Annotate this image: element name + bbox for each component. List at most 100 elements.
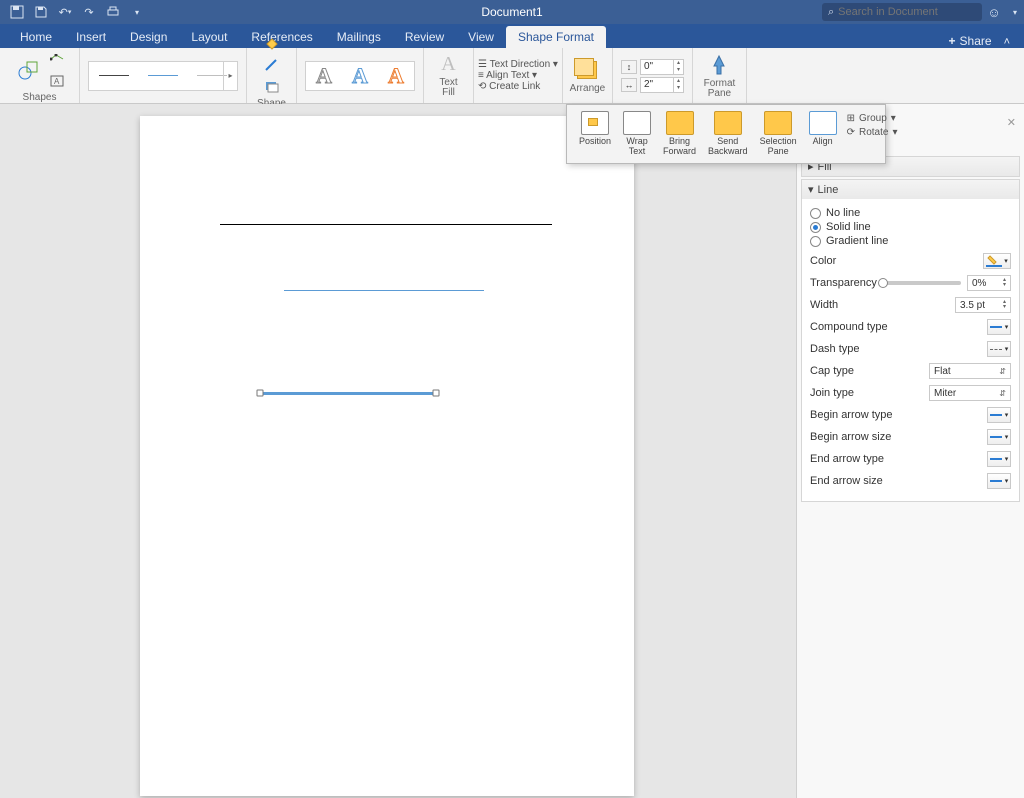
- share-button[interactable]: + Share: [949, 34, 998, 48]
- svg-text:A: A: [54, 77, 60, 86]
- feedback-dropdown-icon[interactable]: ▾: [1006, 8, 1024, 17]
- save-icon[interactable]: [32, 4, 50, 20]
- line-width-label: Width: [810, 299, 838, 311]
- shape-styles-gallery[interactable]: ▸: [88, 61, 238, 91]
- tab-home[interactable]: Home: [8, 26, 64, 48]
- end-arrow-type-label: End arrow type: [810, 453, 884, 465]
- text-direction-button[interactable]: ☰ Text Direction ▾: [478, 59, 558, 70]
- gradient-line-radio[interactable]: Gradient line: [810, 235, 1011, 247]
- join-type-select[interactable]: Miter⇵: [929, 385, 1011, 401]
- end-arrow-size-label: End arrow size: [810, 475, 883, 487]
- text-fill-icon[interactable]: A: [441, 53, 455, 76]
- cap-type-select[interactable]: Flat⇵: [929, 363, 1011, 379]
- arrange-button[interactable]: [574, 58, 600, 82]
- undo-icon[interactable]: ↶ ▾: [56, 4, 74, 20]
- color-label: Color: [810, 255, 836, 267]
- arrange-label: Arrange: [570, 84, 606, 94]
- transparency-input[interactable]: 0%▴▾: [967, 275, 1011, 291]
- line-section-header[interactable]: ▾Line: [802, 180, 1019, 199]
- shape-effects-button[interactable]: [262, 77, 282, 97]
- chevron-down-icon: ▾: [808, 183, 814, 196]
- height-input[interactable]: 0"▴▾: [640, 59, 684, 75]
- line-shape-2[interactable]: [284, 290, 484, 291]
- document-canvas[interactable]: [0, 104, 796, 798]
- solid-line-radio[interactable]: Solid line: [810, 221, 1011, 233]
- format-pane-label: Format Pane: [704, 79, 736, 99]
- wrap-text-button[interactable]: Wrap Text: [617, 111, 657, 157]
- compound-label: Compound type: [810, 321, 888, 333]
- tab-view[interactable]: View: [456, 26, 506, 48]
- autosave-icon[interactable]: [8, 4, 26, 20]
- transparency-slider[interactable]: [883, 281, 961, 285]
- share-plus-icon: +: [949, 34, 956, 48]
- arrange-popup: Position Wrap Text Bring Forward Send Ba…: [566, 104, 886, 164]
- send-backward-button[interactable]: Send Backward: [702, 111, 754, 157]
- align-text-button[interactable]: ≡ Align Text ▾: [478, 70, 537, 81]
- color-picker[interactable]: ▾: [983, 253, 1011, 269]
- title-bar: ↶ ▾ ↷ ▾ Document1 ⌕ ☺ ▾: [0, 0, 1024, 24]
- tab-insert[interactable]: Insert: [64, 26, 118, 48]
- dash-label: Dash type: [810, 343, 860, 355]
- selection-pane-button[interactable]: Selection Pane: [754, 111, 803, 157]
- height-value: 0": [644, 61, 653, 72]
- dash-type-picker[interactable]: ▾: [987, 341, 1011, 357]
- wordart-group: AAA: [297, 48, 424, 103]
- arrange-group: Arrange: [563, 48, 613, 103]
- cap-label: Cap type: [810, 365, 854, 377]
- size-group: ↕ 0"▴▾ ↔ 2"▴▾: [613, 48, 693, 103]
- shape-fill-button[interactable]: [262, 33, 282, 53]
- text-box-icon[interactable]: A: [47, 71, 67, 91]
- create-link-button[interactable]: ⟲ Create Link: [478, 81, 540, 92]
- selection-handle-left[interactable]: [257, 390, 264, 397]
- search-input[interactable]: [838, 6, 976, 18]
- shape-outline-button[interactable]: [262, 55, 282, 75]
- bring-forward-button[interactable]: Bring Forward: [657, 111, 702, 157]
- print-icon[interactable]: [104, 4, 122, 20]
- feedback-icon[interactable]: ☺: [982, 5, 1006, 20]
- ribbon-collapse-icon[interactable]: ˄: [998, 36, 1016, 48]
- tab-mailings[interactable]: Mailings: [325, 26, 393, 48]
- tab-references[interactable]: References: [239, 26, 324, 48]
- insert-shapes-button[interactable]: [13, 55, 43, 85]
- end-arrow-type-picker[interactable]: ▾: [987, 451, 1011, 467]
- position-button[interactable]: Position: [573, 111, 617, 157]
- tab-review[interactable]: Review: [393, 26, 456, 48]
- text-fill-label: Text Fill: [432, 78, 465, 98]
- tab-shape-format[interactable]: Shape Format: [506, 26, 606, 48]
- edit-shape-icon[interactable]: [47, 49, 67, 69]
- align-button[interactable]: Align: [803, 111, 843, 157]
- pane-close-icon[interactable]: ✕: [1007, 116, 1016, 129]
- join-label: Join type: [810, 387, 854, 399]
- share-label: Share: [960, 34, 992, 48]
- group-button[interactable]: ⊞ Group ▾: [847, 113, 898, 124]
- search-box[interactable]: ⌕: [822, 3, 982, 21]
- format-pane-group: Format Pane: [693, 48, 747, 103]
- redo-icon[interactable]: ↷: [80, 4, 98, 20]
- tab-layout[interactable]: Layout: [179, 26, 239, 48]
- customize-qat-icon[interactable]: ▾: [128, 4, 146, 20]
- line-section: ▾Line No line Solid line Gradient line C…: [801, 179, 1020, 502]
- selection-handle-right[interactable]: [433, 390, 440, 397]
- begin-arrow-size-picker[interactable]: ▾: [987, 429, 1011, 445]
- no-line-radio[interactable]: No line: [810, 207, 1011, 219]
- transparency-label: Transparency: [810, 277, 877, 289]
- text-fill-group: A Text Fill: [424, 48, 474, 103]
- line-shape-1[interactable]: [220, 224, 552, 225]
- end-arrow-size-picker[interactable]: ▾: [987, 473, 1011, 489]
- wordart-gallery[interactable]: AAA: [305, 61, 415, 91]
- rotate-button[interactable]: ⟳ Rotate ▾: [847, 127, 898, 138]
- format-pane-button[interactable]: [708, 53, 730, 77]
- width-icon: ↔: [621, 78, 637, 92]
- quick-access-toolbar: ↶ ▾ ↷ ▾: [0, 4, 146, 20]
- work-area: ✕ ▸Fill ▾Line No line Solid line Gradien…: [0, 104, 1024, 798]
- compound-type-picker[interactable]: ▾: [987, 319, 1011, 335]
- gallery-more-icon[interactable]: ▸: [223, 62, 237, 90]
- begin-arrow-type-picker[interactable]: ▾: [987, 407, 1011, 423]
- shape-fill-group: Shape Fill: [247, 48, 297, 103]
- height-icon: ↕: [621, 60, 637, 74]
- width-input[interactable]: 2"▴▾: [640, 77, 684, 93]
- tab-design[interactable]: Design: [118, 26, 179, 48]
- line-width-input[interactable]: 3.5 pt▴▾: [955, 297, 1011, 313]
- line-shape-selected[interactable]: [260, 392, 436, 395]
- search-icon: ⌕: [828, 6, 834, 19]
